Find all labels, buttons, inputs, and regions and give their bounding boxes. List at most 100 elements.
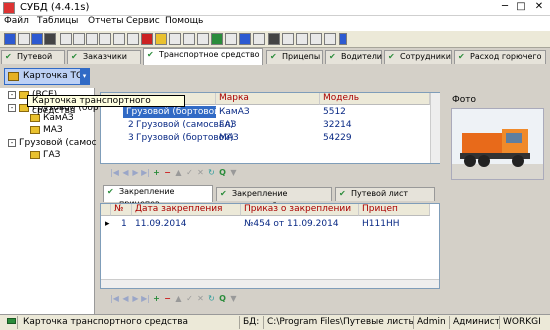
tree-icon[interactable] xyxy=(253,33,265,45)
trailer-grid[interactable]: № Дата закрепления Приказ о закреплении … xyxy=(100,203,440,289)
status-user: Admin xyxy=(414,316,450,329)
grid-header-model[interactable]: Модель xyxy=(320,93,430,105)
tab-customers[interactable]: ✔ Заказчики xyxy=(67,50,141,64)
sort-icon[interactable] xyxy=(282,33,294,45)
report-icon[interactable] xyxy=(141,33,153,45)
vertical-scrollbar[interactable] xyxy=(430,93,440,163)
post-record-icon[interactable]: ✓ xyxy=(185,169,194,178)
table-row-model[interactable]: 54229 xyxy=(320,132,352,144)
binoculars-icon[interactable] xyxy=(268,33,280,45)
table-row-brand[interactable]: ГАЗ xyxy=(216,119,236,131)
add-record-icon[interactable]: + xyxy=(152,295,161,304)
columns-icon[interactable] xyxy=(73,33,85,45)
row-indicator-icon: ▸ xyxy=(105,219,110,229)
chevron-down-icon[interactable]: ▾ xyxy=(80,69,89,84)
edit-record-icon[interactable]: ▲ xyxy=(174,169,183,178)
grid-header-date[interactable]: Дата закрепления xyxy=(132,204,241,216)
grid-header-num[interactable]: № xyxy=(111,204,132,216)
refresh-icon[interactable]: ↻ xyxy=(207,295,216,304)
table-row-brand[interactable]: КамАЗ xyxy=(216,106,250,118)
collapse-icon[interactable]: - xyxy=(8,103,16,112)
tab-employees[interactable]: ✔ Сотрудники xyxy=(384,50,452,64)
table-icon[interactable] xyxy=(18,33,30,45)
tree-item-dump[interactable]: - Грузовой (самос xyxy=(8,138,97,148)
first-record-icon[interactable]: |◀ xyxy=(110,295,119,304)
last-record-icon[interactable]: ▶| xyxy=(141,169,150,178)
next-record-icon[interactable]: ▶ xyxy=(131,295,140,304)
preview-icon[interactable] xyxy=(169,33,181,45)
table2-icon[interactable] xyxy=(99,33,111,45)
tab-drivers[interactable]: ✔ Водители xyxy=(325,50,382,64)
check-icon: ✔ xyxy=(5,52,12,61)
close-button[interactable]: ✕ xyxy=(532,1,546,14)
cancel-record-icon[interactable]: ✕ xyxy=(196,295,205,304)
grid-icon[interactable] xyxy=(31,33,43,45)
db-icon[interactable] xyxy=(4,33,16,45)
first-record-icon[interactable]: |◀ xyxy=(110,169,119,178)
subtab-waybill[interactable]: ✔ Путевой лист xyxy=(335,187,435,201)
add-record-icon[interactable]: + xyxy=(152,169,161,178)
menu-tables[interactable]: Таблицы xyxy=(37,16,78,26)
document-icon[interactable] xyxy=(127,33,139,45)
delete-record-icon[interactable]: − xyxy=(163,169,172,178)
search-icon[interactable]: Q xyxy=(218,169,227,178)
tree-item-maz[interactable]: МАЗ xyxy=(30,125,63,135)
cancel-record-icon[interactable]: ✕ xyxy=(196,169,205,178)
folder-icon[interactable] xyxy=(155,33,167,45)
subtab-trailers[interactable]: ✔Закрепление прицепов xyxy=(103,185,213,208)
table-row-model[interactable]: 5512 xyxy=(320,106,346,118)
subtab-drivers[interactable]: ✔Закрепление водителей xyxy=(216,187,332,210)
undo-icon[interactable] xyxy=(239,33,251,45)
list-icon[interactable] xyxy=(60,33,72,45)
sql-icon[interactable] xyxy=(44,33,56,45)
card-combo[interactable]: Карточка ТС ▾ xyxy=(4,68,90,85)
refresh-icon[interactable] xyxy=(211,33,223,45)
tab-fuel[interactable]: ✔ Расход горючего xyxy=(454,50,546,64)
maximize-button[interactable]: □ xyxy=(514,1,528,14)
calendar-icon[interactable] xyxy=(310,33,322,45)
post-record-icon[interactable]: ✓ xyxy=(185,295,194,304)
last-record-icon[interactable]: ▶| xyxy=(141,295,150,304)
export-icon[interactable] xyxy=(197,33,209,45)
refresh-icon[interactable]: ↻ xyxy=(207,169,216,178)
tree-item-gaz[interactable]: ГАЗ xyxy=(30,150,60,160)
rows-icon[interactable] xyxy=(86,33,98,45)
table-row-brand[interactable]: МАЗ xyxy=(216,132,239,144)
table-row-date[interactable]: 11.09.2014 xyxy=(132,218,187,230)
folder-icon xyxy=(30,125,40,134)
delete-record-icon[interactable]: − xyxy=(163,295,172,304)
search-icon[interactable]: Q xyxy=(218,295,227,304)
collapse-icon[interactable]: - xyxy=(8,90,16,99)
prev-record-icon[interactable]: ◀ xyxy=(121,169,130,178)
tab-trailers[interactable]: ✔ Прицепы xyxy=(266,50,323,64)
table-row-order[interactable]: №454 от 11.09.2014 xyxy=(241,218,339,230)
page-icon[interactable] xyxy=(183,33,195,45)
menu-file[interactable]: Файл xyxy=(4,16,29,26)
grid-view-icon[interactable] xyxy=(296,33,308,45)
edit-record-icon[interactable]: ▲ xyxy=(174,295,183,304)
horizontal-scrollbar[interactable] xyxy=(101,279,439,288)
minimize-button[interactable]: ─ xyxy=(498,1,512,14)
table-row-trailer[interactable]: Н111НН xyxy=(359,218,399,230)
next-record-icon[interactable]: ▶ xyxy=(131,169,140,178)
grid-header-brand[interactable]: Марка xyxy=(216,93,320,105)
menu-help[interactable]: Помощь xyxy=(165,16,203,26)
grid-header-trailer[interactable]: Прицеп xyxy=(359,204,430,216)
toolbar-dropdown-icon[interactable] xyxy=(339,33,347,45)
filter-icon[interactable]: ▼ xyxy=(229,295,238,304)
tab-vehicle[interactable]: ✔ Транспортное средство xyxy=(143,48,263,65)
table-row-type[interactable]: Грузовой (бортовой) xyxy=(123,106,224,118)
status-bar: Карточка транспортного средства БД: C:\P… xyxy=(0,314,550,330)
menu-service[interactable]: Сервис xyxy=(126,16,160,26)
prev-record-icon[interactable]: ◀ xyxy=(121,295,130,304)
copy-icon[interactable] xyxy=(225,33,237,45)
menu-reports[interactable]: Отчеты xyxy=(88,16,124,26)
grid-header-order[interactable]: Приказ о закреплении xyxy=(241,204,359,216)
filter-icon[interactable]: ▼ xyxy=(229,169,238,178)
collapse-icon[interactable]: - xyxy=(8,138,16,147)
tab-waybill[interactable]: ✔Путевой лист xyxy=(1,50,65,73)
panel-icon[interactable] xyxy=(113,33,125,45)
truck-photo xyxy=(451,108,544,180)
table-row-model[interactable]: 32214 xyxy=(320,119,352,131)
chart-icon[interactable] xyxy=(324,33,336,45)
